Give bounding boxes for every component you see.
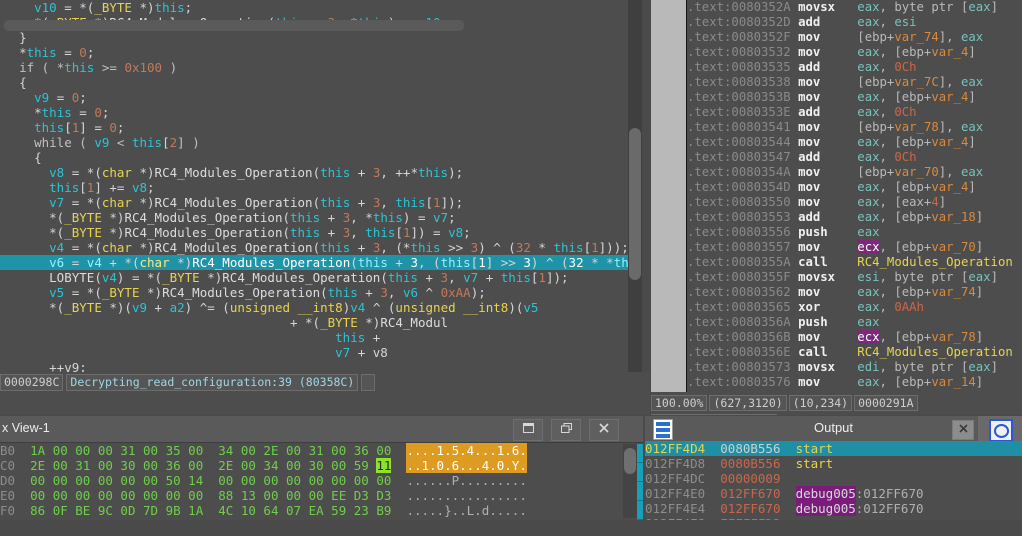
disassembly-line[interactable]: .text:00803565 xor eax, 0AAh [687, 300, 1022, 315]
disassembly-text[interactable]: .text:0080352A movsx eax, byte ptr [eax]… [687, 0, 1022, 392]
disassembly-coords-screen: (10,234) [788, 395, 853, 411]
pseudocode-line[interactable]: } [0, 30, 630, 45]
close-icon[interactable] [589, 419, 619, 441]
pseudocode-line[interactable]: this + [0, 330, 630, 345]
pseudocode-line[interactable]: v8 = *(char *)RC4_Modules_Operation(this… [0, 165, 630, 180]
pseudocode-line[interactable]: this[1] = 0; [0, 120, 630, 135]
hex-edge-tab-strip[interactable] [637, 444, 643, 520]
output-rows[interactable]: 012FF4D4 0080B556 start 012FF4D8 0080B556… [645, 441, 1022, 520]
pseudocode-line[interactable]: { [0, 75, 630, 90]
disassembly-line[interactable]: .text:0080352A movsx eax, byte ptr [eax] [687, 0, 1022, 15]
pseudocode-status-extra [361, 374, 376, 391]
disassembly-line[interactable]: .text:0080353B mov eax, [ebp+var_4] [687, 90, 1022, 105]
hex-view-pane[interactable]: x View-1 B0 1A 00 00 00 31 00 35 00 34 0… [0, 416, 643, 520]
pseudocode-line[interactable]: { [0, 150, 630, 165]
disassembly-zoom: 100.00% [651, 395, 708, 411]
disassembly-line[interactable]: .text:0080354D mov eax, [ebp+var_4] [687, 180, 1022, 195]
output-close-icon[interactable] [952, 420, 974, 440]
pseudocode-scroll-thumb[interactable] [629, 128, 641, 280]
output-title-bar[interactable]: Output [645, 416, 1022, 442]
pseudocode-address: 0000298C [0, 374, 64, 391]
hex-row[interactable]: C0 2E 00 31 00 30 00 36 00 2E 00 34 00 3… [0, 458, 643, 473]
pseudocode-line[interactable]: *(_BYTE *)RC4_Modules_Operation(this + 3… [0, 225, 630, 240]
pseudocode-line[interactable]: v5 = *(_BYTE *)RC4_Modules_Operation(thi… [0, 285, 630, 300]
minimize-icon[interactable] [513, 419, 543, 441]
output-row[interactable]: 012FF4DC 00000009 [645, 471, 1022, 486]
pseudocode-line[interactable]: LOBYTE(v4) = *(_BYTE *)RC4_Modules_Opera… [0, 270, 630, 285]
pseudocode-line[interactable]: v9 = 0; [0, 90, 630, 105]
pseudocode-right-strip [642, 0, 650, 372]
pseudocode-location: Decrypting_read_configuration:39 (80358C… [66, 374, 359, 391]
pseudocode-line[interactable]: this[1] += v8; [0, 180, 630, 195]
hex-scroll-thumb[interactable] [624, 448, 636, 474]
disassembly-line[interactable]: .text:00803557 mov ecx, [ebp+var_70] [687, 240, 1022, 255]
disassembly-line[interactable]: .text:00803544 mov eax, [ebp+var_4] [687, 135, 1022, 150]
disassembly-line[interactable]: .text:0080356A push eax [687, 315, 1022, 330]
output-row[interactable]: 012FF4E0 012FF670 debug005:012FF670 [645, 486, 1022, 501]
pseudocode-horizontal-scrollbar[interactable] [4, 20, 464, 31]
disassembly-line[interactable]: .text:00803535 add eax, 0Ch [687, 60, 1022, 75]
ida-debugger-window: v10 = *(_BYTE *)this; *(_BYTE *)RC4_Modu… [0, 0, 1022, 536]
disassembly-line[interactable]: .text:0080352F mov [ebp+var_74], eax [687, 30, 1022, 45]
disassembly-location: 0080351A: Decrypt [651, 414, 777, 415]
pseudocode-line[interactable]: v7 = *(char *)RC4_Modules_Operation(this… [0, 195, 630, 210]
disassembly-line[interactable]: .text:0080353E add eax, 0Ch [687, 105, 1022, 120]
disassembly-line[interactable]: .text:00803573 movsx edi, byte ptr [eax] [687, 360, 1022, 375]
disassembly-navigator-band[interactable] [651, 0, 687, 392]
hex-view-title-bar[interactable]: x View-1 [0, 416, 643, 443]
pseudocode-line[interactable]: *this = 0; [0, 105, 630, 120]
pseudocode-line[interactable]: v7 + v8 [0, 345, 630, 360]
disassembly-line[interactable]: .text:00803550 mov eax, [eax+4] [687, 195, 1022, 210]
pseudocode-line[interactable]: while ( v9 < this[2] ) [0, 135, 630, 150]
pseudocode-line[interactable]: v10 = *(_BYTE *)this; [0, 0, 630, 15]
disassembly-line[interactable]: .text:00803553 add eax, [ebp+var_18] [687, 210, 1022, 225]
pseudocode-line[interactable]: + *(_BYTE *)RC4_Modul [0, 315, 630, 330]
disassembly-line[interactable]: .text:0080356E call RC4_Modules_Operatio… [687, 345, 1022, 360]
hex-row[interactable]: F0 86 0F BE 9C 0D 7D 9B 1A 4C 10 64 07 E… [0, 503, 643, 518]
disassembly-line[interactable]: .text:00803541 mov [ebp+var_78], eax [687, 120, 1022, 135]
pseudocode-line[interactable]: ++v9; [0, 360, 630, 372]
pseudocode-vertical-scrollbar[interactable] [628, 0, 642, 372]
hex-row[interactable]: B0 1A 00 00 00 31 00 35 00 34 00 2E 00 3… [0, 443, 643, 458]
hex-row[interactable]: E0 00 00 00 00 00 00 00 00 88 13 00 00 0… [0, 488, 643, 503]
disassembly-line[interactable]: .text:0080356B mov ecx, [ebp+var_78] [687, 330, 1022, 345]
pseudocode-pane[interactable]: v10 = *(_BYTE *)this; *(_BYTE *)RC4_Modu… [0, 0, 650, 415]
disassembly-line[interactable]: .text:00803532 mov eax, [ebp+var_4] [687, 45, 1022, 60]
pseudocode-text[interactable]: v10 = *(_BYTE *)this; *(_BYTE *)RC4_Modu… [0, 0, 630, 372]
pseudocode-line[interactable]: v4 = *(char *)RC4_Modules_Operation(this… [0, 240, 630, 255]
disassembly-line[interactable]: .text:0080355F movsx esi, byte ptr [eax] [687, 270, 1022, 285]
output-row[interactable]: 012FF4D4 0080B556 start [645, 441, 1022, 456]
pseudocode-line[interactable]: *(_BYTE *)RC4_Modules_Operation(this + 3… [0, 210, 630, 225]
output-refresh-tab-icon[interactable] [978, 416, 1022, 442]
pseudocode-line[interactable]: *(_BYTE *)(v9 + a2) ^= (unsigned __int8)… [0, 300, 630, 315]
disassembly-coords-graph: (627,3120) [709, 395, 787, 411]
disassembly-line[interactable]: .text:00803576 mov eax, [ebp+var_14] [687, 375, 1022, 390]
disassembly-line[interactable]: .text:00803538 mov [ebp+var_7C], eax [687, 75, 1022, 90]
disassembly-line[interactable]: .text:0080352D add eax, esi [687, 15, 1022, 30]
hex-view-title: x View-1 [2, 421, 50, 435]
disassembly-line[interactable]: .text:00803556 push eax [687, 225, 1022, 240]
disassembly-line[interactable]: .text:00803547 add eax, 0Ch [687, 150, 1022, 165]
disassembly-line[interactable]: .text:0080354A mov [ebp+var_70], eax [687, 165, 1022, 180]
output-row[interactable]: 012FF4E4 012FF670 debug005:012FF670 [645, 501, 1022, 516]
pseudocode-line[interactable]: *this = 0; [0, 45, 630, 60]
hex-vertical-scrollbar[interactable] [623, 444, 637, 518]
hex-row[interactable]: D0 00 00 00 00 00 00 50 14 00 00 00 00 0… [0, 473, 643, 488]
hex-dump-rows[interactable]: B0 1A 00 00 00 31 00 35 00 34 00 2E 00 3… [0, 443, 643, 520]
disassembly-pane[interactable]: .text:0080352A movsx eax, byte ptr [eax]… [651, 0, 1022, 415]
pseudocode-line[interactable]: v6 = v4 + *(char *)RC4_Modules_Operation… [0, 255, 630, 270]
output-row[interactable]: 012FF4D8 0080B556 start [645, 456, 1022, 471]
disassembly-offset: 0000291A [854, 395, 918, 411]
restore-icon[interactable] [551, 419, 581, 441]
pseudocode-status-bar: 0000298C Decrypting_read_configuration:39… [0, 374, 650, 394]
output-pane[interactable]: Output 012FF4D4 0080B556 start 012FF4D8 0… [645, 416, 1022, 520]
disassembly-line[interactable]: .text:00803562 mov eax, [ebp+var_74] [687, 285, 1022, 300]
disassembly-line[interactable]: .text:0080355A call RC4_Modules_Operatio… [687, 255, 1022, 270]
disassembly-status-bar: 100.00%(627,3120)(10,234)0000291A 0080351… [651, 392, 1022, 415]
pseudocode-line[interactable]: if ( *this >= 0x100 ) [0, 60, 630, 75]
